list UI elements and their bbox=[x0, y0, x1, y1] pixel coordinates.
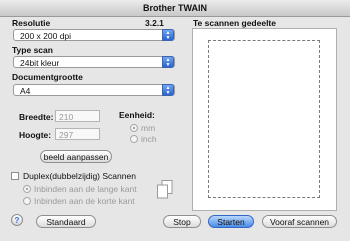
unit-inch-radio[interactable] bbox=[130, 135, 138, 143]
stop-button[interactable]: Stop bbox=[163, 215, 201, 228]
long-edge-radio[interactable] bbox=[23, 185, 31, 193]
brother-twain-window: Brother TWAIN Resolutie 3.2.1 200 x 200 … bbox=[0, 0, 350, 241]
width-label: Breedte: bbox=[19, 112, 54, 122]
short-edge-radio[interactable] bbox=[23, 197, 31, 205]
long-edge-label: Inbinden aan de lange kant bbox=[34, 184, 137, 194]
adjust-image-button[interactable]: beeld aanpassen bbox=[40, 150, 112, 163]
short-edge-label: Inbinden aan de korte kant bbox=[34, 196, 135, 206]
version-label: 3.2.1 bbox=[145, 18, 164, 28]
duplex-label: Duplex(dubbelzijdig) Scannen bbox=[23, 171, 136, 181]
document-size-select[interactable]: A4 ▲ ▼ bbox=[13, 84, 175, 96]
duplex-checkbox[interactable] bbox=[11, 172, 19, 180]
document-size-label: Documentgrootte bbox=[12, 72, 83, 82]
scan-type-select[interactable]: 24bit kleur ▲ ▼ bbox=[13, 56, 175, 68]
scan-type-label: Type scan bbox=[12, 45, 53, 55]
scan-selection-frame[interactable] bbox=[208, 40, 320, 198]
document-size-value: A4 bbox=[20, 86, 31, 96]
select-arrows-icon: ▲ ▼ bbox=[162, 84, 174, 96]
select-arrows-icon: ▲ ▼ bbox=[162, 29, 174, 41]
resolution-select[interactable]: 200 x 200 dpi ▲ ▼ bbox=[13, 29, 175, 41]
scan-preview-area[interactable] bbox=[192, 28, 337, 211]
start-button[interactable]: Starten bbox=[208, 215, 254, 228]
resolution-label: Resolutie bbox=[12, 18, 51, 28]
height-field[interactable]: 297 bbox=[55, 128, 100, 140]
default-button[interactable]: Standaard bbox=[36, 215, 96, 228]
help-button[interactable]: ? bbox=[11, 214, 23, 226]
unit-inch-label: inch bbox=[141, 134, 157, 144]
prescan-button[interactable]: Vooraf scannen bbox=[262, 215, 337, 228]
unit-mm-label: mm bbox=[141, 123, 156, 133]
scan-type-value: 24bit kleur bbox=[20, 58, 60, 68]
unit-mm-radio[interactable] bbox=[130, 124, 138, 132]
preview-label: Te scannen gedeelte bbox=[193, 18, 276, 28]
unit-label: Eenheid: bbox=[119, 110, 155, 120]
duplex-pages-icon bbox=[157, 180, 173, 199]
window-title: Brother TWAIN bbox=[0, 0, 350, 17]
height-label: Hoogte: bbox=[19, 130, 52, 140]
width-field[interactable]: 210 bbox=[55, 110, 100, 122]
resolution-value: 200 x 200 dpi bbox=[20, 31, 72, 41]
select-arrows-icon: ▲ ▼ bbox=[162, 56, 174, 68]
